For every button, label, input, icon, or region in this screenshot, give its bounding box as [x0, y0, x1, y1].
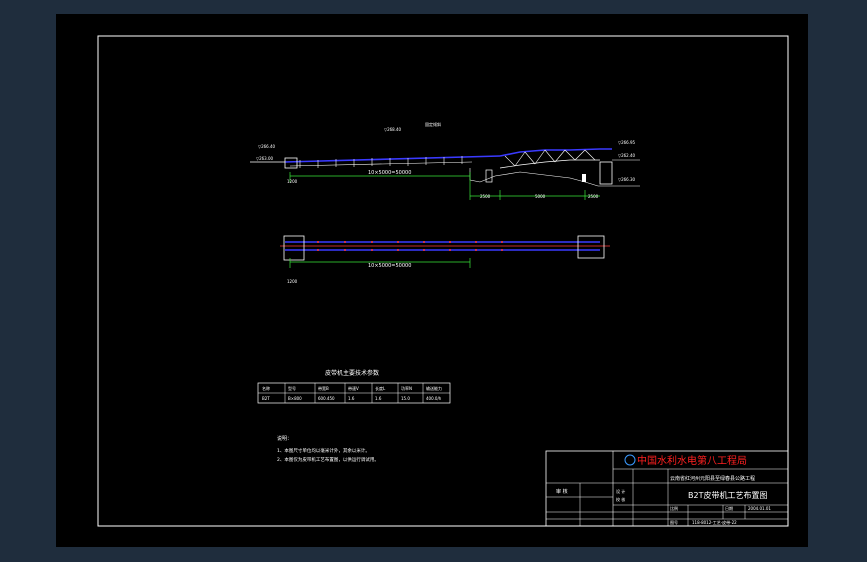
- elev-label-6: ▽266.30: [618, 177, 636, 182]
- plan-view: 10×5000=50000 1200: [280, 235, 610, 284]
- spec-h2: 带宽B: [318, 385, 329, 391]
- notes-line-2: 2、本图仅为皮带机工艺布置图，以供运行调试用。: [277, 456, 379, 463]
- spec-c5: 15.0: [401, 396, 410, 401]
- cad-drawing: 10×5000=50000 ▽266.40 ▽263.00 ▽268.40 ▽2…: [97, 35, 789, 527]
- elev-drop-label: 固定倾斜: [425, 121, 441, 127]
- elev-dim-b: 2500: [480, 194, 491, 199]
- company-name: 中国水利水电第八工程局: [637, 454, 747, 467]
- design-label: 设 计: [616, 488, 625, 494]
- elev-label-3: ▽268.40: [384, 127, 402, 132]
- drawing-number: 118-8012-工艺-皮带-22: [692, 519, 737, 525]
- spec-table-title: 皮带机主要技术参数: [325, 369, 379, 377]
- elev-dim-length: 10×5000=50000: [368, 170, 411, 176]
- spec-h6: 输送能力: [426, 385, 442, 391]
- title-block: 中国水利水电第八工程局 云南省红河州元阳县至绿春县公路工程 B2T皮带机工艺布置…: [545, 450, 789, 527]
- spec-h1: 型号: [288, 385, 296, 391]
- spec-c1: B×800: [288, 396, 302, 401]
- notes-line-1: 1、本图尺寸单位均以毫米计外，其余以米计。: [277, 447, 370, 454]
- spec-c0: B2T: [262, 396, 270, 401]
- elev-dim-a: 1200: [287, 179, 298, 184]
- elev-label-5: ▽262.40: [618, 153, 636, 158]
- sheet-label: 图号: [670, 519, 678, 525]
- spec-c6: 400.0/h: [426, 396, 442, 401]
- drawing-title: B2T皮带机工艺布置图: [688, 490, 767, 500]
- spec-h3: 带速V: [348, 385, 359, 391]
- spec-table: 皮带机主要技术参数 名称 型号 带宽B 带速V 长度L 功率N 输送能力 B2T…: [257, 369, 451, 404]
- spec-c2: 600.450: [318, 396, 335, 401]
- elev-dim-d: 2500: [588, 194, 599, 199]
- approve-label: 审 核: [556, 488, 568, 495]
- sheet-border: [97, 35, 789, 527]
- check-label: 校 核: [616, 496, 625, 502]
- spec-h4: 长度L: [375, 385, 386, 391]
- date-label: 日期: [725, 505, 733, 511]
- elev-dim-c: 5000: [535, 194, 546, 199]
- notes: 说明： 1、本图尺寸单位均以毫米计外，其余以米计。 2、本图仅为皮带机工艺布置图…: [277, 435, 379, 463]
- spec-h0: 名称: [262, 385, 270, 391]
- elev-label-2: ▽263.00: [256, 156, 274, 161]
- date-value: 2004.01.01: [748, 506, 771, 511]
- elevation-view: 10×5000=50000 ▽266.40 ▽263.00 ▽268.40 ▽2…: [250, 121, 640, 200]
- spec-h5: 功率N: [401, 385, 412, 391]
- elev-label-4: ▽266.95: [618, 140, 636, 145]
- elev-label-1: ▽266.40: [258, 144, 276, 149]
- plan-dim-a: 1200: [287, 279, 298, 284]
- scale-label: 比例: [670, 505, 678, 511]
- company-logo: [624, 454, 636, 466]
- spec-c4: 1.6: [375, 396, 382, 401]
- notes-heading: 说明：: [277, 435, 292, 442]
- plan-dim-length: 10×5000=50000: [368, 263, 411, 269]
- spec-c3: 1.6: [348, 396, 355, 401]
- project-name: 云南省红河州元阳县至绿春县公路工程: [670, 475, 755, 482]
